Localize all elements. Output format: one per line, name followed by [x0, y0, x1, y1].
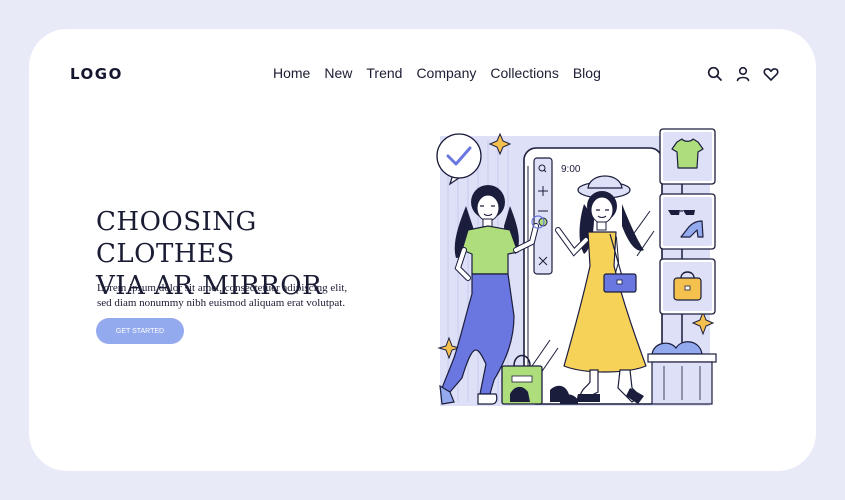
tshirt-card [659, 128, 716, 185]
illustration-canvas: 9:00 [436, 128, 717, 406]
nav-trend[interactable]: Trend [366, 65, 402, 81]
hero-description: Lorem ipsum dolor sit amet, consectetuer… [97, 281, 397, 311]
get-started-button[interactable]: GET STARTED [96, 318, 184, 344]
search-icon[interactable] [706, 65, 724, 83]
header-actions [706, 65, 780, 83]
mirror-time: 9:00 [561, 164, 581, 175]
nav-blog[interactable]: Blog [573, 65, 601, 81]
nav-company[interactable]: Company [416, 65, 476, 81]
heart-icon[interactable] [762, 65, 780, 83]
hero-description-line-1: Lorem ipsum dolor sit amet, consectetuer… [97, 282, 348, 294]
user-icon[interactable] [734, 65, 752, 83]
main-nav: Home New Trend Company Collections Blog [273, 65, 601, 81]
nav-home[interactable]: Home [273, 65, 310, 81]
accessories-card [659, 193, 716, 250]
hero-title-line-1: CHOOSING CLOTHES [96, 207, 257, 269]
hero-description-line-2: sed diam nonummy nibh euismod aliquam er… [97, 297, 346, 309]
nav-new[interactable]: New [324, 65, 352, 81]
nav-collections[interactable]: Collections [490, 65, 558, 81]
logo[interactable]: LOGO [70, 65, 123, 83]
handbag-card [659, 258, 716, 315]
ar-mirror-illustration: 9:00 [432, 126, 722, 411]
